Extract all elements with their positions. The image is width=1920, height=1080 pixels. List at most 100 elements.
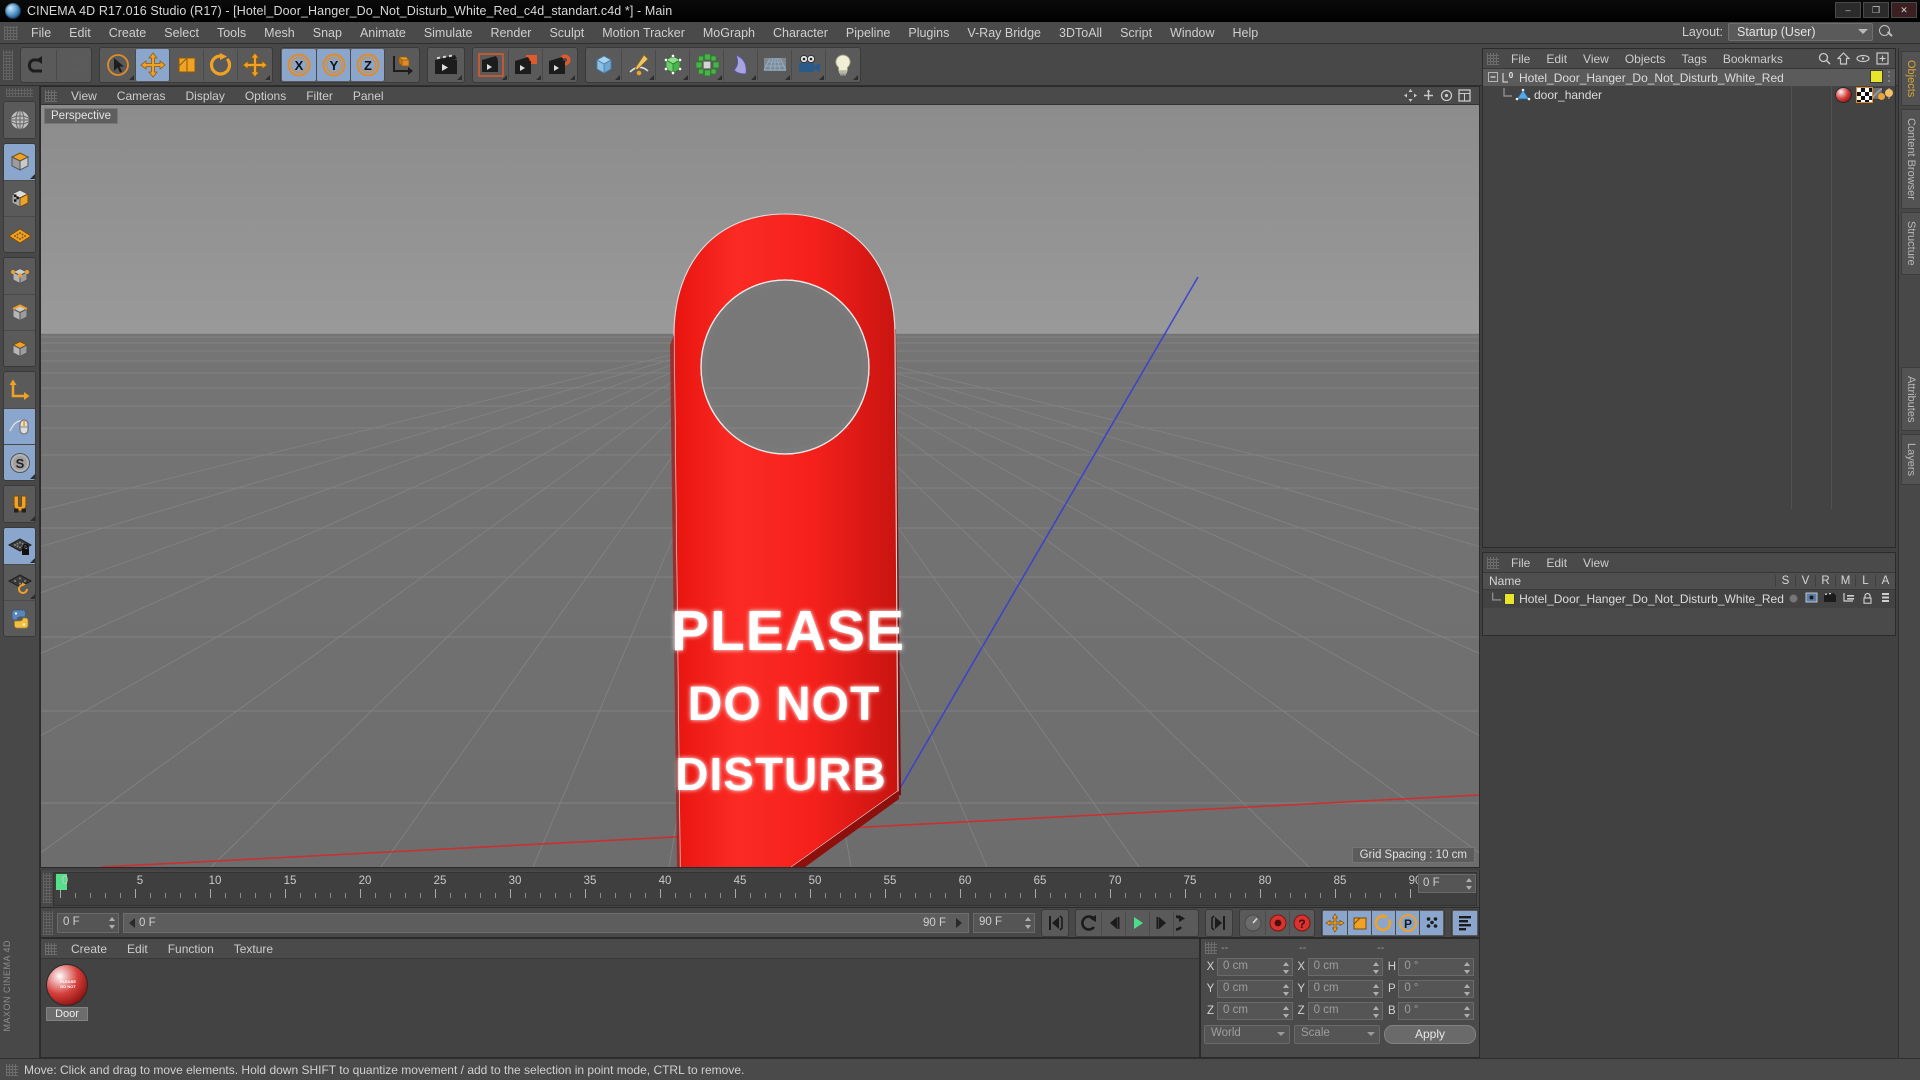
spinner-icon[interactable] [109, 916, 116, 929]
dock-tab-objects[interactable]: Objects [1901, 51, 1920, 107]
layout-dropdown[interactable]: Startup (User) [1728, 23, 1873, 41]
menu-plugins[interactable]: Plugins [899, 24, 958, 42]
scale-tool[interactable] [169, 48, 203, 81]
add-box-icon[interactable] [1876, 52, 1889, 65]
material-menu-texture[interactable]: Texture [224, 941, 283, 957]
step-forward-button[interactable] [1149, 910, 1173, 935]
material-menu-function[interactable]: Function [158, 941, 224, 957]
layer-manager-grip[interactable] [1487, 556, 1499, 569]
viewport-menu-options[interactable]: Options [235, 88, 296, 104]
coord-field-size-z[interactable]: 0 cm [1307, 1002, 1384, 1020]
spinner-icon[interactable] [1373, 1006, 1380, 1018]
viewport-menu-filter[interactable]: Filter [296, 88, 343, 104]
rotate-view-icon[interactable] [1440, 89, 1453, 102]
home-icon[interactable] [1837, 52, 1850, 65]
uvw-tag-icon[interactable] [1856, 87, 1873, 103]
spinner-icon[interactable] [1373, 962, 1380, 974]
move-alt-tool[interactable] [237, 48, 271, 81]
material-manager-body[interactable]: PLEASE DO NOT Door [41, 959, 1199, 1057]
redo-button[interactable] [56, 48, 90, 81]
toolbar-grip[interactable] [3, 49, 13, 80]
add-array-button[interactable] [689, 48, 723, 81]
menu-file[interactable]: File [22, 24, 60, 42]
render-to-picture-viewer-button[interactable] [474, 48, 508, 81]
menu-pipeline[interactable]: Pipeline [837, 24, 899, 42]
axis-y-toggle[interactable]: Y [316, 48, 350, 81]
anim-start-field[interactable]: 0 F [57, 912, 119, 933]
menu-edit[interactable]: Edit [60, 24, 100, 42]
coord-field-size-y[interactable]: 0 cm [1307, 980, 1384, 998]
apply-button[interactable]: Apply [1384, 1024, 1476, 1044]
maximize-button[interactable]: ❐ [1863, 2, 1889, 18]
eye-icon[interactable] [1856, 52, 1870, 65]
spinner-icon[interactable] [1373, 984, 1380, 996]
material-tag-icon[interactable] [1835, 87, 1852, 103]
layer-menu-file[interactable]: File [1503, 555, 1538, 571]
render-region-button[interactable] [508, 48, 542, 81]
menu-snap[interactable]: Snap [304, 24, 351, 42]
object-row-root[interactable]: 0 Hotel_Door_Hanger_Do_Not_Disturb_White… [1483, 69, 1895, 86]
object-menu-edit[interactable]: Edit [1538, 51, 1575, 67]
layer-row[interactable]: Hotel_Door_Hanger_Do_Not_Disturb_White_R… [1483, 590, 1895, 608]
polygons-mode-button[interactable] [4, 330, 35, 366]
timeline-ruler[interactable]: 0 5 10 15 20 25 30 35 40 45 50 55 60 65 70 75 80 85 90 [53, 872, 1477, 906]
add-environment-button[interactable] [757, 48, 791, 81]
layer-lock-icon[interactable] [1858, 592, 1877, 607]
layer-animation-icon[interactable] [1876, 592, 1895, 607]
expand-collapse-icon[interactable] [1487, 71, 1500, 84]
material-manager-grip[interactable] [45, 942, 57, 955]
python-console-button[interactable] [4, 600, 35, 636]
timeline-toggle-button[interactable] [1453, 910, 1477, 935]
menu-select[interactable]: Select [155, 24, 208, 42]
make-editable-button[interactable] [4, 144, 35, 180]
menu-character[interactable]: Character [764, 24, 837, 42]
anim-end-field[interactable]: 90 F [973, 912, 1035, 933]
layer-menu-view[interactable]: View [1575, 555, 1617, 571]
magnet-tool-button[interactable] [4, 486, 35, 522]
layer-column-r[interactable]: R [1815, 575, 1835, 587]
menu-render[interactable]: Render [481, 24, 540, 42]
record-settings-button[interactable] [1241, 910, 1265, 935]
material-item[interactable]: PLEASE DO NOT Door [46, 964, 88, 1021]
timeline-grip[interactable] [43, 873, 52, 903]
menu-help[interactable]: Help [1224, 24, 1268, 42]
go-to-start-button[interactable] [1043, 910, 1067, 935]
object-manager-tree[interactable]: 0 Hotel_Door_Hanger_Do_Not_Disturb_White… [1483, 69, 1895, 547]
add-cube-button[interactable] [587, 48, 621, 81]
layer-column-a[interactable]: A [1875, 575, 1895, 587]
add-deformer-button[interactable] [723, 48, 757, 81]
play-backwards-button[interactable] [1077, 910, 1101, 935]
search-icon[interactable] [1878, 24, 1894, 40]
layer-menu-edit[interactable]: Edit [1538, 555, 1575, 571]
menu-3dtoall[interactable]: 3DToAll [1050, 24, 1111, 42]
object-menu-objects[interactable]: Objects [1617, 51, 1674, 67]
axis-x-toggle[interactable]: X [282, 48, 316, 81]
left-toolbar-grip[interactable] [6, 88, 33, 97]
search-icon[interactable] [1818, 52, 1831, 65]
menu-sculpt[interactable]: Sculpt [540, 24, 593, 42]
viewport-menu-view[interactable]: View [61, 88, 107, 104]
key-position-button[interactable] [1323, 910, 1347, 935]
undo-button[interactable] [22, 48, 56, 81]
spinner-icon[interactable] [1466, 878, 1473, 890]
texture-mode-button[interactable] [4, 180, 35, 216]
object-menu-file[interactable]: File [1503, 51, 1538, 67]
object-menu-tags[interactable]: Tags [1674, 51, 1715, 67]
zoom-view-icon[interactable] [1422, 89, 1435, 102]
coord-mode-dropdown[interactable]: Scale [1294, 1024, 1380, 1044]
world-object-axis-toggle[interactable] [384, 48, 418, 81]
coord-field-size-x[interactable]: 0 cm [1307, 958, 1384, 976]
menu-mesh[interactable]: Mesh [255, 24, 304, 42]
key-rotation-button[interactable] [1371, 910, 1395, 935]
timeline-frame-field[interactable]: 0 F [1418, 874, 1476, 893]
menu-create[interactable]: Create [100, 24, 156, 42]
viewport-menu-cameras[interactable]: Cameras [107, 88, 176, 104]
workplane-rotate-button[interactable] [4, 564, 35, 600]
axis-modify-button[interactable] [4, 372, 35, 408]
menubar-grip[interactable] [4, 25, 18, 40]
spinner-icon[interactable] [1025, 916, 1032, 929]
object-menu-view[interactable]: View [1575, 51, 1617, 67]
layer-visible-icon[interactable] [1802, 592, 1821, 606]
pan-view-icon[interactable] [1404, 89, 1417, 102]
add-light-button[interactable] [825, 48, 859, 81]
